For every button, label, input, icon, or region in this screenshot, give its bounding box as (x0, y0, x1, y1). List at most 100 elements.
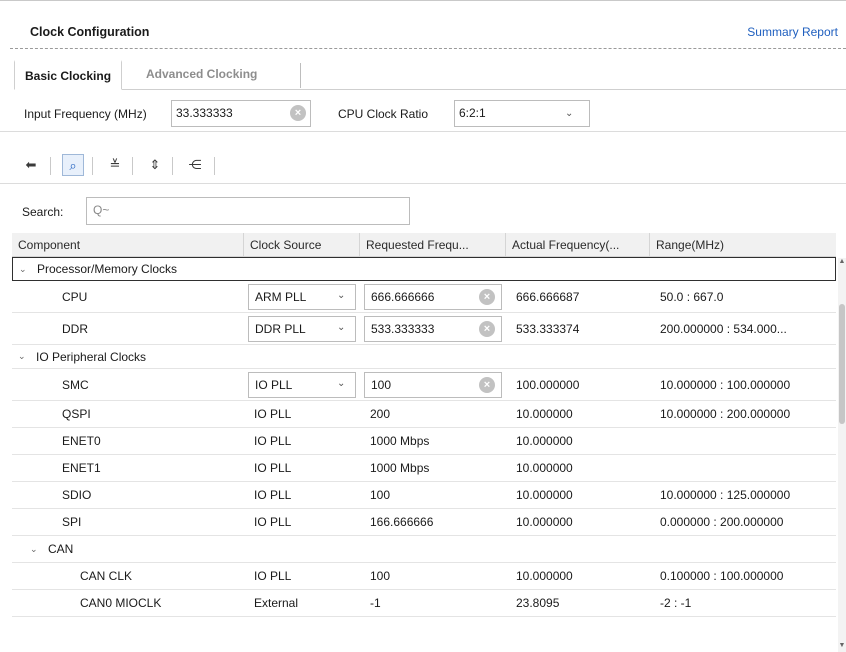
clock-source-value: IO PLL (255, 378, 293, 392)
component-name: SMC (62, 377, 89, 392)
chevron-down-icon: ⌄ (565, 108, 574, 119)
clock-source: IO PLL (254, 515, 292, 529)
actual-frequency: 10.000000 (516, 569, 573, 583)
input-settings-bar: Input Frequency (MHz) 33.333333 × CPU Cl… (0, 92, 846, 132)
clear-icon[interactable]: × (479, 377, 495, 393)
table-header: Component Clock Source Requested Frequ..… (12, 233, 836, 257)
expand-all-icon[interactable]: ⇕ (144, 154, 166, 176)
component-name: DDR (62, 321, 88, 336)
search-input[interactable]: Q~ (86, 197, 410, 225)
collapse-all-icon[interactable]: ≚ (104, 154, 126, 176)
hierarchy-icon[interactable]: ⋲ (184, 154, 206, 176)
clock-source: IO PLL (254, 569, 292, 583)
requested-frequency: 100 (370, 569, 391, 583)
frequency-range: 10.000000 : 200.000000 (660, 407, 791, 421)
cpu-clock-ratio-select[interactable]: 6:2:1 ⌄ (454, 100, 590, 127)
clock-source: IO PLL (254, 461, 292, 475)
tab-advanced-clocking[interactable]: Advanced Clocking (136, 60, 267, 90)
toolbar-separator (172, 157, 173, 175)
requested-frequency: -1 (370, 596, 381, 610)
table-row[interactable]: DDR DDR PLL ⌄ 533.333333 × 533.333374 20… (12, 313, 836, 345)
input-frequency-value: 33.333333 (176, 106, 233, 120)
table-row[interactable]: SPI IO PLL 166.666666 10.000000 0.000000… (12, 509, 836, 536)
tab-separator (300, 63, 301, 88)
chevron-down-icon: ⌄ (337, 322, 346, 333)
component-name: SPI (62, 515, 82, 529)
clear-icon[interactable]: × (479, 321, 495, 337)
scroll-down-icon[interactable]: ▼ (838, 642, 846, 652)
column-header-clock-source[interactable]: Clock Source (244, 233, 360, 257)
requested-frequency-input[interactable]: 666.666666 × (364, 284, 502, 310)
chevron-down-icon[interactable]: ⌄ (30, 536, 38, 562)
requested-frequency: 200 (370, 407, 391, 421)
actual-frequency: 10.000000 (516, 515, 573, 529)
group-label: Processor/Memory Clocks (37, 262, 178, 276)
frequency-range: 10.000000 : 125.000000 (660, 488, 791, 502)
clock-source: IO PLL (254, 488, 292, 502)
clock-source: IO PLL (254, 434, 292, 448)
scroll-up-icon[interactable]: ▲ (838, 258, 846, 268)
scroll-thumb[interactable] (839, 304, 845, 424)
summary-report-link[interactable]: Summary Report (747, 25, 838, 39)
requested-frequency: 166.666666 (370, 515, 434, 529)
chevron-down-icon: ⌄ (337, 378, 346, 389)
clear-icon[interactable]: × (290, 105, 306, 121)
input-frequency-field[interactable]: 33.333333 × (171, 100, 311, 127)
back-arrow-icon[interactable]: ⬅ (20, 154, 42, 176)
header-divider (10, 48, 846, 49)
clear-icon[interactable]: × (479, 289, 495, 305)
requested-frequency: 1000 Mbps (370, 434, 430, 448)
table-row[interactable]: CAN CLK IO PLL 100 10.000000 0.100000 : … (12, 563, 836, 590)
actual-frequency: 10.000000 (516, 488, 573, 502)
component-name: CPU (62, 289, 88, 304)
toolbar-separator (214, 157, 215, 175)
column-header-component[interactable]: Component (12, 233, 244, 257)
search-label: Search: (22, 205, 64, 219)
cpu-clock-ratio-label: CPU Clock Ratio (338, 107, 429, 121)
chevron-down-icon[interactable]: ⌄ (18, 345, 26, 368)
page-title: Clock Configuration (30, 25, 150, 39)
clocking-tabs: Basic Clocking Advanced Clocking (14, 60, 846, 90)
clock-config-header: Clock Configuration Summary Report (0, 0, 846, 60)
clock-source: IO PLL (254, 407, 292, 421)
clock-source-dropdown[interactable]: ARM PLL ⌄ (248, 284, 356, 310)
frequency-range (654, 428, 836, 454)
clock-source-dropdown[interactable]: IO PLL ⌄ (248, 372, 356, 398)
column-header-actual-frequency[interactable]: Actual Frequency(... (506, 233, 650, 257)
frequency-range (654, 455, 836, 481)
toolbar-separator (50, 157, 51, 175)
cpu-clock-ratio-value: 6:2:1 (459, 106, 486, 120)
tab-basic-clocking[interactable]: Basic Clocking (14, 60, 123, 90)
table-row[interactable]: SMC IO PLL ⌄ 100 × 100.000000 10.000000 … (12, 369, 836, 401)
search-input-icon: Q~ (93, 203, 110, 217)
requested-frequency-input[interactable]: 533.333333 × (364, 316, 502, 342)
column-header-range[interactable]: Range(MHz) (650, 233, 836, 257)
table-row[interactable]: CAN0 MIOCLK External -1 23.8095 -2 : -1 (12, 590, 836, 617)
requested-frequency-value: 533.333333 (371, 322, 435, 336)
actual-frequency: 533.333374 (516, 321, 580, 336)
table-row-group[interactable]: ⌄ Processor/Memory Clocks (12, 257, 836, 281)
table-row[interactable]: QSPI IO PLL 200 10.000000 10.000000 : 20… (12, 401, 836, 428)
table-row-group[interactable]: ⌄ CAN (12, 536, 836, 563)
table-row-group[interactable]: ⌄ IO Peripheral Clocks (12, 345, 836, 369)
table-row[interactable]: ENET1 IO PLL 1000 Mbps 10.000000 (12, 455, 836, 482)
toolbar-separator (92, 157, 93, 175)
actual-frequency: 10.000000 (516, 407, 573, 421)
table-scrollbar[interactable]: ▲ ▼ (838, 258, 846, 652)
column-header-requested-frequency[interactable]: Requested Frequ... (360, 233, 506, 257)
table-row[interactable]: CPU ARM PLL ⌄ 666.666666 × 666.666687 50… (12, 281, 836, 313)
search-icon[interactable]: ⌕ (62, 154, 84, 176)
chevron-down-icon[interactable]: ⌄ (19, 258, 27, 280)
requested-frequency-value: 666.666666 (371, 290, 435, 304)
requested-frequency-input[interactable]: 100 × (364, 372, 502, 398)
clock-source-dropdown[interactable]: DDR PLL ⌄ (248, 316, 356, 342)
frequency-range: 10.000000 : 100.000000 (660, 377, 791, 392)
actual-frequency: 100.000000 (516, 377, 580, 392)
tree-toolbar: ⬅ ⌕ ≚ ⇕ ⋲ (0, 148, 846, 184)
clock-source-value: DDR PLL (255, 322, 306, 336)
table-row[interactable]: SDIO IO PLL 100 10.000000 10.000000 : 12… (12, 482, 836, 509)
component-name: ENET0 (62, 434, 101, 448)
table-row[interactable]: ENET0 IO PLL 1000 Mbps 10.000000 (12, 428, 836, 455)
frequency-range: 50.0 : 667.0 (660, 289, 724, 304)
actual-frequency: 10.000000 (516, 461, 573, 475)
